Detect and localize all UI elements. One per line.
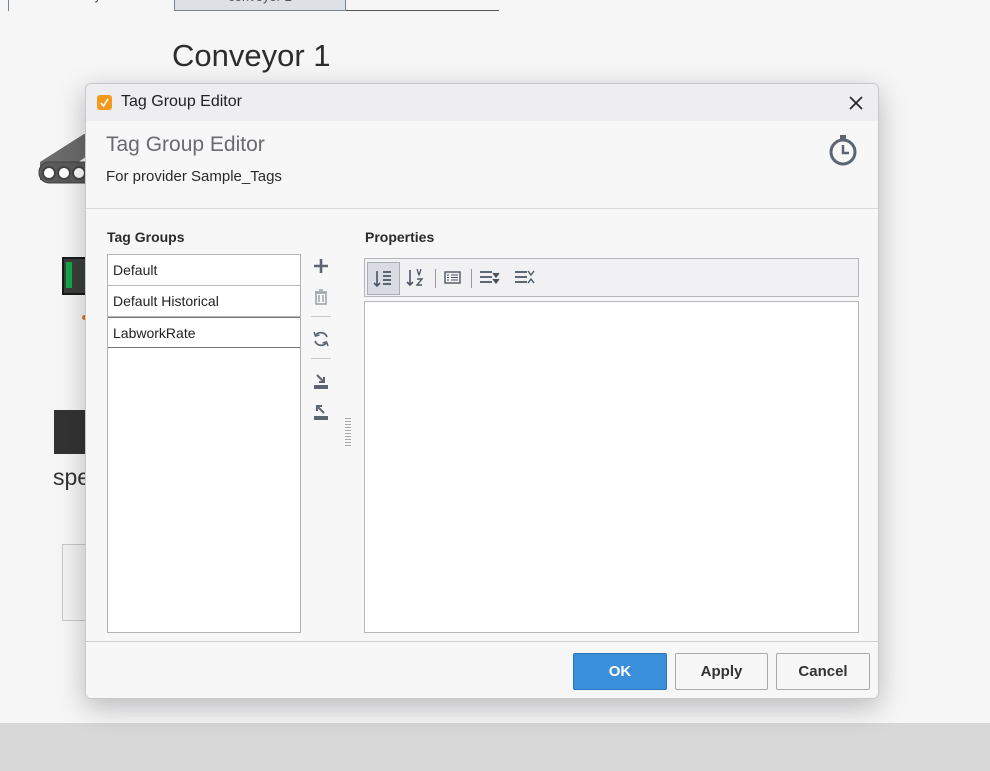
dialog-header: Tag Group Editor For provider Sample_Tag… [86, 121, 878, 209]
dialog-titlebar[interactable]: Tag Group Editor [86, 84, 878, 121]
collapse-all-icon[interactable] [508, 262, 541, 295]
close-icon[interactable] [846, 93, 866, 113]
toolbar-separator [471, 269, 472, 288]
header-title: Tag Group Editor [106, 133, 265, 156]
ok-button[interactable]: OK [573, 653, 667, 690]
tag-group-editor-dialog: Tag Group Editor Tag Group Editor For pr… [85, 83, 879, 699]
delete-icon[interactable] [309, 285, 333, 309]
expand-all-icon[interactable] [473, 262, 506, 295]
list-item[interactable]: Default [108, 255, 300, 286]
description-icon[interactable] [437, 262, 470, 295]
header-subtitle: For provider Sample_Tags [106, 168, 282, 185]
ignition-app-icon [97, 95, 112, 110]
list-item[interactable]: LabworkRate [108, 317, 300, 348]
dialog-footer: OK Apply Cancel [86, 641, 878, 698]
tag-group-toolbar [309, 254, 333, 454]
background-page-title: Conveyor 1 [172, 38, 331, 73]
tab-strip-divider [346, 10, 499, 11]
add-icon[interactable] [309, 254, 333, 278]
properties-toolbar [364, 258, 859, 297]
list-item[interactable]: Default Historical [108, 286, 300, 317]
tag-groups-label: Tag Groups [107, 229, 185, 245]
display-block [54, 410, 88, 454]
sort-categorized-icon[interactable] [367, 262, 400, 295]
sort-alphabetical-icon[interactable] [401, 262, 434, 295]
refresh-icon[interactable] [309, 327, 333, 351]
toolbar-separator [435, 269, 436, 288]
properties-panel[interactable] [364, 301, 859, 633]
split-pane-grip[interactable] [345, 418, 351, 448]
stopwatch-icon [829, 135, 857, 166]
properties-label: Properties [365, 229, 435, 245]
tag-groups-list[interactable]: Default Default Historical LabworkRate [107, 254, 301, 633]
cancel-button[interactable]: Cancel [776, 653, 870, 690]
apply-button[interactable]: Apply [675, 653, 768, 690]
designer-status-area [0, 723, 990, 771]
tab-conveyor-2[interactable]: conveyor 2 [174, 0, 346, 11]
tab-conveyor-1[interactable]: conveyor 1 [8, 0, 174, 11]
window-title: Tag Group Editor [121, 93, 242, 110]
toolbar-separator [311, 316, 331, 317]
import-icon[interactable] [309, 369, 333, 393]
toolbar-separator [311, 358, 331, 359]
background-tab-strip: conveyor 1 conveyor 2 [0, 0, 500, 11]
export-icon[interactable] [309, 400, 333, 424]
